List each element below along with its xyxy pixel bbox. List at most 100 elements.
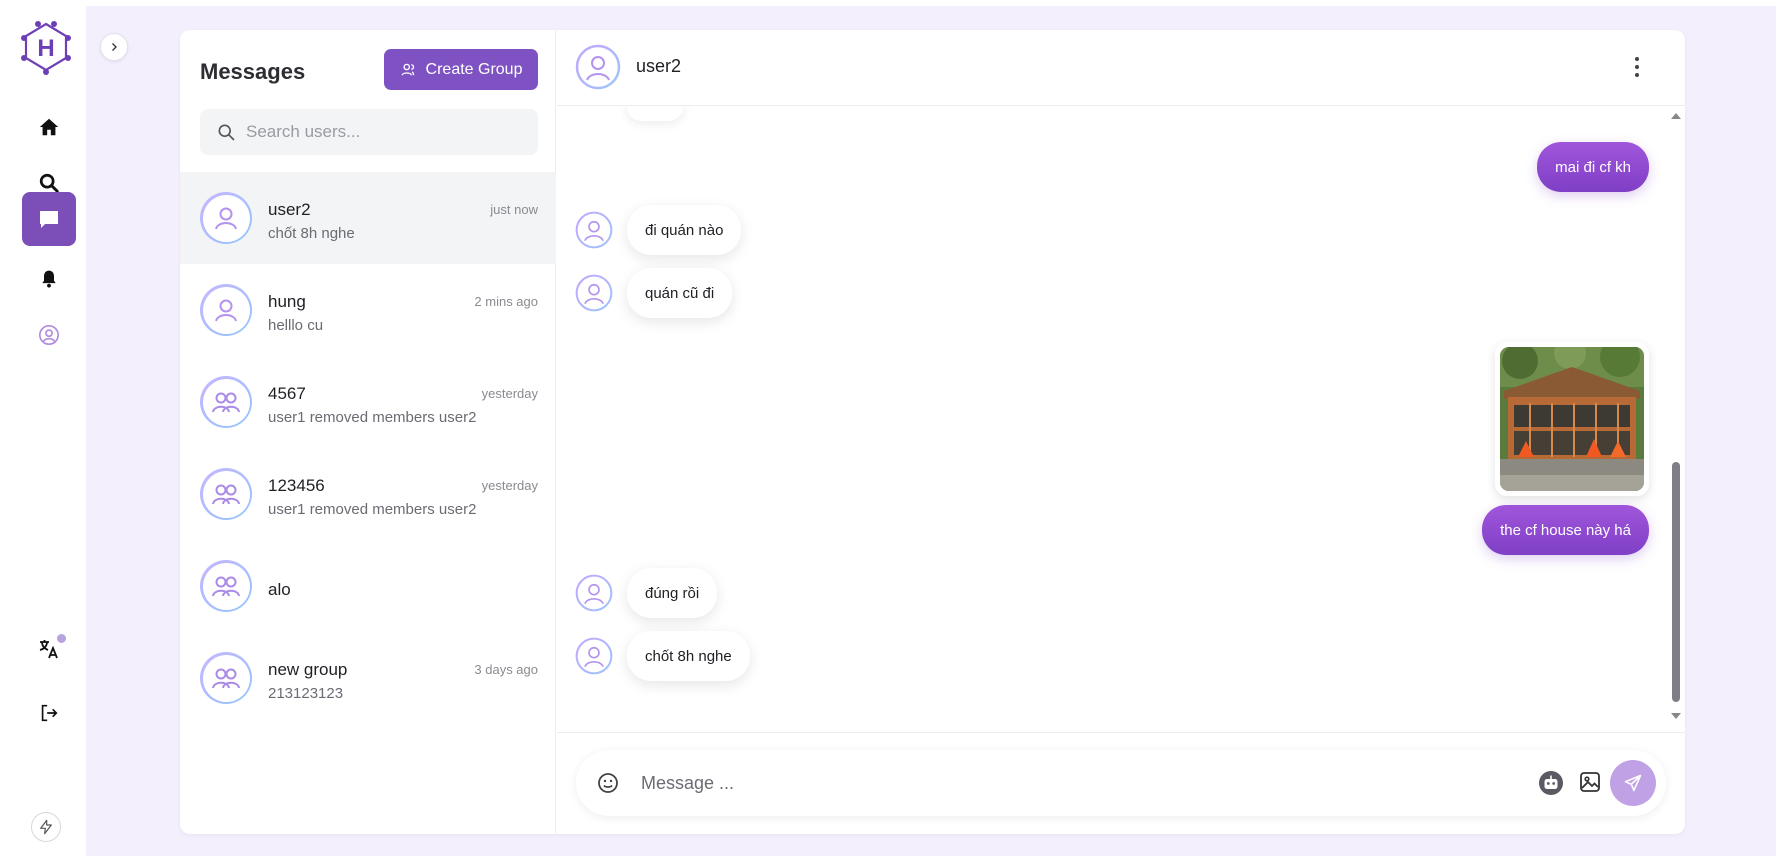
- scroll-down-arrow[interactable]: [1671, 713, 1681, 719]
- conversation-item[interactable]: hung helllo cu 2 mins ago: [180, 264, 556, 356]
- sender-avatar: [575, 274, 613, 312]
- conversation-time: yesterday: [481, 386, 538, 401]
- logout-icon: [41, 704, 58, 722]
- group-avatar-icon: [212, 484, 240, 505]
- emoji-button[interactable]: [596, 771, 620, 800]
- message-input[interactable]: [641, 768, 1441, 798]
- messages-card: Messages Create Group user2 chốt 8h nghe j…: [180, 30, 1685, 834]
- user-circle-icon: [39, 325, 59, 345]
- message-list: mai đi cf kh đi quán nào quán cũ đi the …: [557, 107, 1685, 731]
- user-avatar-icon: [575, 574, 613, 612]
- conversation-avatar: [200, 468, 252, 520]
- conversation-preview: user1 removed members user2: [268, 409, 477, 426]
- nav-rail: H: [4, 6, 86, 856]
- notification-dot: [57, 634, 66, 643]
- conversation-avatar: [200, 560, 252, 612]
- conversation-name: 123456: [268, 476, 325, 495]
- sender-avatar: [575, 211, 613, 249]
- nav-messages[interactable]: [22, 192, 76, 246]
- user-avatar-icon: [215, 299, 237, 322]
- search-icon: [218, 124, 235, 141]
- conversation-item[interactable]: 123456 user1 removed members user2 yesterd…: [180, 448, 556, 540]
- user-avatar-icon: [575, 637, 613, 675]
- smile-icon: [598, 773, 618, 793]
- conversation-name: user2: [268, 200, 311, 219]
- message-incoming: đúng rồi: [627, 568, 718, 618]
- send-icon: [1624, 774, 1642, 792]
- user-search: [200, 109, 538, 155]
- send-button[interactable]: [1610, 760, 1656, 806]
- nav-logout[interactable]: [22, 686, 76, 740]
- panel-title: Messages: [200, 59, 306, 84]
- image-message[interactable]: [1495, 342, 1649, 496]
- create-group-button[interactable]: Create Group: [384, 49, 538, 90]
- bot-icon: [1539, 771, 1563, 795]
- conversation-preview: helllo cu: [268, 317, 324, 334]
- sender-avatar: [575, 574, 613, 612]
- cafe-photo-image: [1500, 347, 1644, 491]
- user-avatar-icon: [575, 274, 613, 312]
- conversation-preview: chốt 8h nghe: [268, 225, 355, 242]
- ai-bot-button[interactable]: [1538, 770, 1564, 801]
- user-avatar-icon: [215, 207, 237, 230]
- scrollbar-thumb[interactable]: [1672, 462, 1680, 702]
- sender-avatar: [575, 637, 613, 675]
- conversation-preview: 213123123: [268, 685, 344, 702]
- nav-translate[interactable]: [22, 622, 76, 676]
- message-outgoing: the cf house này há: [1482, 505, 1649, 555]
- contact-avatar[interactable]: [575, 44, 621, 90]
- create-group-label: Create Group: [425, 60, 523, 78]
- conversation-preview: user1 removed members user2: [268, 501, 477, 518]
- conversation-avatar: [200, 376, 252, 428]
- message-incoming: quán cũ đi: [627, 268, 733, 318]
- conversation-time: yesterday: [481, 478, 538, 493]
- contact-name: user2: [636, 56, 682, 76]
- chat-icon: [40, 211, 58, 228]
- nav-profile[interactable]: [22, 308, 76, 362]
- nav-home[interactable]: [22, 100, 76, 154]
- quick-action-button[interactable]: [31, 812, 61, 842]
- conversation-name: alo: [268, 580, 291, 599]
- conversation-time: 3 days ago: [474, 662, 538, 677]
- message-incoming: đi quán nào: [627, 205, 742, 255]
- conversation-name: 4567: [268, 384, 306, 403]
- group-avatar-icon: [212, 668, 240, 689]
- message-incoming: chốt 8h nghe: [627, 631, 750, 681]
- message-composer: [557, 732, 1685, 834]
- expand-sidebar-button[interactable]: [100, 33, 128, 61]
- image-icon: [1580, 772, 1600, 792]
- scroll-up-arrow[interactable]: [1671, 113, 1681, 119]
- attach-image-button[interactable]: [1578, 770, 1602, 799]
- search-icon: [39, 173, 59, 193]
- users-icon: [401, 63, 414, 75]
- chat-header: user2: [557, 30, 1685, 106]
- composer-box: [576, 750, 1666, 816]
- search-input[interactable]: [246, 122, 526, 142]
- conversation-name: new group: [268, 660, 348, 679]
- group-avatar-icon: [212, 392, 240, 413]
- nav-notifications[interactable]: [22, 252, 76, 306]
- conversation-name: hung: [268, 292, 306, 311]
- app-logo[interactable]: H: [18, 18, 74, 76]
- conversation-avatar: [200, 652, 252, 704]
- lightning-icon: [40, 819, 52, 835]
- conversation-time: 2 mins ago: [474, 294, 538, 309]
- more-options-button[interactable]: [1625, 50, 1649, 84]
- bell-icon: [42, 270, 56, 288]
- previous-message-bubble: [627, 107, 683, 121]
- chevron-right-icon: [112, 43, 117, 51]
- message-outgoing: mai đi cf kh: [1537, 142, 1649, 192]
- conversation-item[interactable]: user2 chốt 8h nghe just now: [180, 172, 556, 264]
- user-avatar-icon: [575, 211, 613, 249]
- conversation-avatar: [200, 192, 252, 244]
- group-avatar-icon: [212, 576, 240, 597]
- conversation-item[interactable]: alo: [180, 540, 556, 632]
- chat-panel: user2 mai đi cf kh đi quán nào quán cũ đ…: [557, 30, 1685, 834]
- conversation-panel: Messages Create Group user2 chốt 8h nghe j…: [180, 30, 556, 834]
- home-icon: [39, 118, 59, 136]
- user-avatar-icon: [575, 44, 621, 90]
- conversation-item[interactable]: 4567 user1 removed members user2 yesterday: [180, 356, 556, 448]
- conversation-time: just now: [490, 202, 538, 217]
- conversation-avatar: [200, 284, 252, 336]
- conversation-item[interactable]: new group 213123123 3 days ago: [180, 632, 556, 724]
